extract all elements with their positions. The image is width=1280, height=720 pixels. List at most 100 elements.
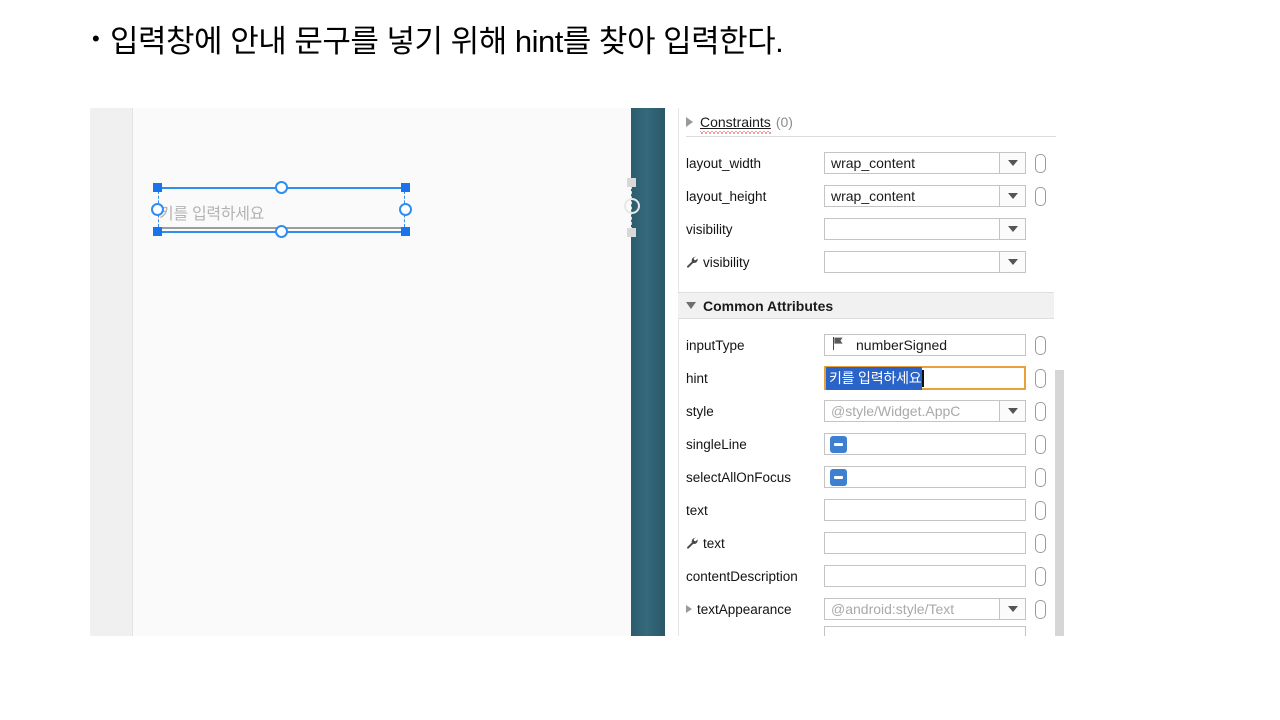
chevron-down-icon — [1008, 259, 1018, 265]
section-rule — [686, 136, 1056, 137]
resource-picker-button[interactable] — [1035, 567, 1046, 586]
resize-handle-top-left[interactable] — [153, 183, 162, 192]
attr-value-text: @android:style/Text — [825, 601, 999, 617]
attr-value-text: @style/Widget.AppC — [825, 403, 999, 419]
attr-value-field[interactable] — [824, 251, 1026, 273]
text-caret — [922, 370, 924, 387]
attr-value-text: wrap_content — [825, 155, 999, 171]
selected-edittext-widget[interactable]: 키를 입력하세요 — [153, 179, 409, 237]
resource-picker-button[interactable] — [1035, 336, 1046, 355]
attr-label: visibility — [678, 222, 824, 237]
resource-picker-button[interactable] — [1035, 369, 1046, 388]
attr-value-field[interactable] — [824, 565, 1026, 587]
attr-value-field[interactable] — [824, 532, 1026, 554]
attr-value-field[interactable]: wrap_content — [824, 152, 1026, 174]
chevron-down-icon — [1008, 160, 1018, 166]
attr-value-field[interactable] — [824, 218, 1026, 240]
attr-value-field[interactable]: @style/Widget.AppC — [824, 400, 1026, 422]
blueprint-anchor-circle[interactable] — [624, 198, 640, 214]
attr-value-field[interactable] — [824, 466, 1026, 488]
wrench-icon — [686, 256, 699, 269]
attr-label-text: visibility — [703, 255, 750, 270]
attr-row-single-line[interactable]: singleLine — [678, 429, 1065, 459]
attributes-panel: Constraints (0) Common Attributes layout… — [678, 108, 1065, 636]
dash-icon — [834, 443, 843, 446]
attr-value-field[interactable]: wrap_content — [824, 185, 1026, 207]
flag-icon — [832, 337, 844, 353]
dash-icon — [834, 476, 843, 479]
chevron-right-icon[interactable] — [686, 117, 693, 127]
indeterminate-checkbox[interactable] — [830, 436, 847, 453]
dropdown-button[interactable] — [999, 252, 1025, 272]
attr-row-select-all-on-focus[interactable]: selectAllOnFocus — [678, 462, 1065, 492]
attr-value-field[interactable]: @android:style/Text — [824, 598, 1026, 620]
attr-label: layout_height — [678, 189, 824, 204]
constraint-anchor-right[interactable] — [399, 203, 412, 216]
resource-picker-button[interactable] — [1035, 154, 1046, 173]
panel-scrollbar-thumb[interactable] — [1055, 370, 1064, 636]
attr-row-partial-next[interactable] — [824, 626, 1026, 636]
dropdown-button[interactable] — [999, 153, 1025, 173]
attr-row-hint[interactable]: hint 키를 입력하세요 — [678, 363, 1065, 393]
resource-picker-button[interactable] — [1035, 187, 1046, 206]
resize-handle-top-right[interactable] — [401, 183, 410, 192]
canvas-left-gutter — [90, 108, 133, 636]
attr-row-visibility[interactable]: visibility — [678, 214, 1065, 244]
attr-label-with-wrench: text — [678, 536, 824, 551]
attr-label-text: text — [703, 536, 725, 551]
attr-value-text: wrap_content — [825, 188, 999, 204]
attr-row-text[interactable]: text — [678, 495, 1065, 525]
attr-row-text-appearance[interactable]: textAppearance @android:style/Text — [678, 594, 1065, 624]
attr-label: contentDescription — [678, 569, 824, 584]
attr-row-style[interactable]: style @style/Widget.AppC — [678, 396, 1065, 426]
hint-input-field[interactable]: 키를 입력하세요 — [824, 366, 1026, 390]
attr-label-expandable[interactable]: textAppearance — [678, 602, 824, 617]
chevron-down-icon — [1008, 193, 1018, 199]
attr-label: layout_width — [678, 156, 824, 171]
chevron-down-icon — [1008, 408, 1018, 414]
attr-value-field[interactable] — [824, 499, 1026, 521]
constraint-anchor-top[interactable] — [275, 181, 288, 194]
edittext-hint-text: 키를 입력하세요 — [159, 200, 264, 224]
attr-row-tools-text[interactable]: text — [678, 528, 1065, 558]
section-count-constraints: (0) — [776, 114, 793, 130]
constraint-anchor-bottom[interactable] — [275, 225, 288, 238]
attr-row-input-type[interactable]: inputType numberSigned — [678, 330, 1065, 360]
design-canvas[interactable]: 키를 입력하세요 — [133, 108, 631, 636]
resource-picker-button[interactable] — [1035, 468, 1046, 487]
dropdown-button[interactable] — [999, 599, 1025, 619]
attr-label: hint — [678, 371, 824, 386]
attr-row-layout-height[interactable]: layout_height wrap_content — [678, 181, 1065, 211]
indeterminate-checkbox[interactable] — [830, 469, 847, 486]
attr-label: selectAllOnFocus — [678, 470, 824, 485]
panel-scrollbar-track[interactable] — [1054, 239, 1065, 636]
slide-heading: •입력창에 안내 문구를 넣기 위해 hint를 찾아 입력한다. — [92, 16, 1192, 61]
attr-label: text — [678, 503, 824, 518]
chevron-down-icon — [1008, 226, 1018, 232]
section-title-constraints: Constraints — [700, 114, 771, 130]
attr-value-field[interactable]: numberSigned — [824, 334, 1026, 356]
wrench-icon — [686, 537, 699, 550]
section-header-common-attributes[interactable]: Common Attributes — [678, 292, 1065, 319]
resource-picker-button[interactable] — [1035, 600, 1046, 619]
resource-picker-button[interactable] — [1035, 402, 1046, 421]
attr-value-field[interactable] — [824, 433, 1026, 455]
attr-row-content-description[interactable]: contentDescription — [678, 561, 1065, 591]
resource-picker-button[interactable] — [1035, 435, 1046, 454]
attr-row-layout-width[interactable]: layout_width wrap_content — [678, 148, 1065, 178]
section-header-constraints[interactable]: Constraints (0) — [678, 110, 1065, 134]
dropdown-button[interactable] — [999, 401, 1025, 421]
chevron-down-icon[interactable] — [686, 302, 696, 309]
resize-handle-bottom-right[interactable] — [401, 227, 410, 236]
resize-handle-bottom-left[interactable] — [153, 227, 162, 236]
dropdown-button[interactable] — [999, 219, 1025, 239]
blueprint-anchor-group[interactable] — [620, 178, 644, 238]
resource-picker-button[interactable] — [1035, 534, 1046, 553]
chevron-right-icon[interactable] — [686, 605, 692, 613]
attr-label: singleLine — [678, 437, 824, 452]
attr-label-with-wrench: visibility — [678, 255, 824, 270]
resource-picker-button[interactable] — [1035, 501, 1046, 520]
constraint-anchor-left[interactable] — [151, 203, 164, 216]
dropdown-button[interactable] — [999, 186, 1025, 206]
attr-row-tools-visibility[interactable]: visibility — [678, 247, 1065, 277]
